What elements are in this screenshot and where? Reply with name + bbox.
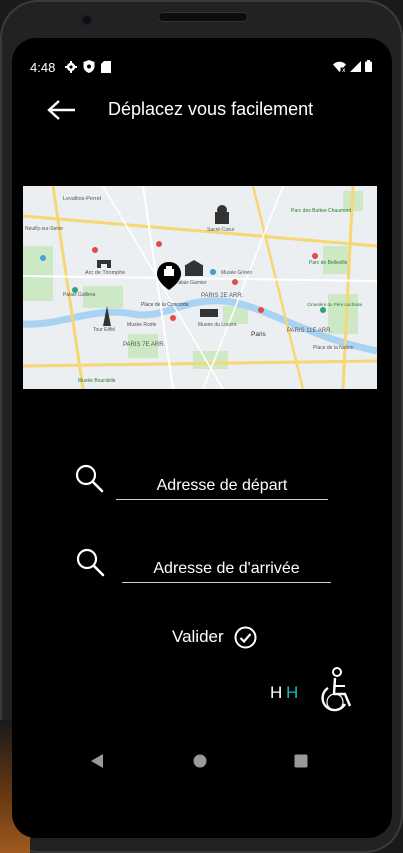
map-label-louvre: Musée du Louvre (198, 322, 237, 328)
map-label-bourdelle: Musée Bourdelle (78, 378, 116, 384)
app-header: Déplacez vous facilement (12, 93, 392, 127)
louvre-icon (200, 309, 218, 317)
map-label-buttes: Parc des Buttes-Chaumont (291, 208, 352, 214)
arrival-address-input[interactable] (122, 556, 331, 583)
map-view[interactable]: Levallois-Perret Neuilly-sur-Seine Arc d… (23, 186, 377, 389)
status-time: 4:48 (30, 60, 56, 75)
map-label-paris2: PARIS 2E ARR. (201, 293, 244, 299)
map-label-neuilly: Neuilly-sur-Seine (25, 226, 63, 232)
departure-address-input[interactable] (116, 473, 328, 500)
departure-row (12, 463, 392, 503)
map-label-nation: Place de la Nation (313, 345, 354, 351)
front-camera (81, 14, 93, 26)
map-svg: Levallois-Perret Neuilly-sur-Seine Arc d… (23, 186, 377, 389)
status-left-icons (65, 60, 111, 73)
map-label-sacre: Sacré-Cœur (207, 227, 235, 233)
map-label-paris11: PARIS 11E ARR. (287, 328, 332, 334)
android-nav-bar (12, 746, 392, 780)
sd-card-icon (101, 60, 111, 73)
battery-icon (365, 60, 372, 72)
map-label-paris: Paris (251, 331, 267, 338)
signal-icon (350, 60, 361, 72)
validate-button[interactable]: Valider (172, 623, 257, 651)
app-screen: 4:48 x Déplacez vous facilement Levalloi… (12, 38, 392, 838)
map-label-paris7: PARIS 7E ARR. (123, 342, 166, 348)
map-label-grevin: Musée Grévin (221, 270, 252, 276)
wifi-icon: x (333, 61, 346, 72)
svg-text:x: x (342, 67, 346, 72)
h-toggle-teal[interactable]: H (286, 683, 298, 703)
map-label-rodin: Musée Rodin (127, 322, 157, 328)
recents-square-icon[interactable] (294, 754, 308, 768)
map-label-levallois: Levallois-Perret (63, 196, 102, 202)
home-circle-icon[interactable] (193, 754, 207, 768)
map-label-belleville: Parc de Belleville (309, 260, 348, 266)
map-label-concorde: Place de la Concorde (141, 302, 189, 308)
status-bar: 4:48 x (12, 58, 392, 78)
page-title: Déplacez vous facilement (108, 99, 314, 119)
validate-label: Valider (172, 627, 224, 646)
check-circle-icon (234, 626, 257, 648)
back-arrow-icon[interactable] (47, 99, 77, 121)
map-label-galliera: Palais Galliera (63, 292, 95, 298)
search-icon[interactable] (74, 463, 104, 493)
earpiece-speaker (158, 12, 248, 22)
arrival-row (12, 547, 392, 587)
status-right-icons: x (333, 60, 372, 72)
map-label-garnier: Palais Garnier (175, 280, 207, 286)
arc-de-triomphe-icon (97, 260, 111, 268)
back-triangle-icon[interactable] (90, 754, 104, 768)
gear-icon (65, 60, 77, 73)
map-label-eiffel: Tour Eiffel (93, 327, 115, 333)
wheelchair-accessibility-icon[interactable] (317, 666, 357, 716)
search-icon[interactable] (75, 547, 105, 577)
shield-icon (83, 60, 95, 73)
map-label-arc: Arc de Triomphe (85, 270, 125, 276)
map-label-pere: Cimetière du Père Lachaise (307, 302, 363, 307)
h-toggle-white[interactable]: H (270, 683, 282, 703)
